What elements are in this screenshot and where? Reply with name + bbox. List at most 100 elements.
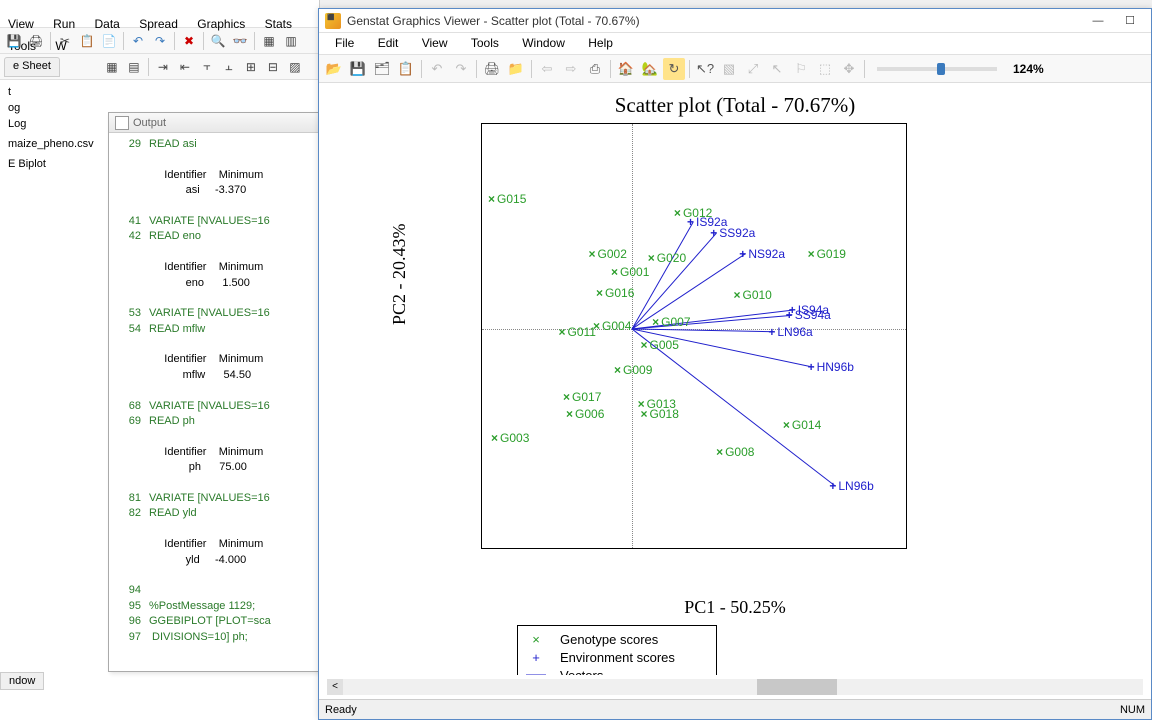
legend-sym-plus: + <box>526 650 546 665</box>
undo-icon[interactable]: ↶ <box>426 58 448 80</box>
genotype-point: ×G007 <box>652 315 690 329</box>
undo-icon[interactable]: ↶ <box>128 31 148 51</box>
gfx-toolbar: 📂 💾 🗂 📋 ↶ ↷ 🖨 📁 ⇦ ⇨ ⎙ 🏠 🏡 ↻ ↖? ▧ ⤢ ↖ ⚐ ⬚… <box>319 55 1151 83</box>
tb2-icon-8[interactable]: ⊟ <box>263 57 283 77</box>
copy-icon[interactable]: 📋 <box>77 31 97 51</box>
plot-canvas: Scatter plot (Total - 70.67%) PC2 - 20.4… <box>327 85 1143 675</box>
genotype-point: ×G018 <box>641 407 679 421</box>
gfx-window-title: Genstat Graphics Viewer - Scatter plot (… <box>347 14 1083 28</box>
sheet-tab[interactable]: e Sheet <box>4 57 60 77</box>
export-icon[interactable]: ⎙ <box>584 58 606 80</box>
genotype-point: ×G003 <box>491 431 529 445</box>
tool-icon-2[interactable]: ⤢ <box>742 58 764 80</box>
tool-icon-1[interactable]: ▧ <box>718 58 740 80</box>
tool-icon-4[interactable]: ⬚ <box>814 58 836 80</box>
pointer-icon[interactable]: ↖ <box>766 58 788 80</box>
gfx-menu-edit[interactable]: Edit <box>368 33 409 53</box>
bg-menubar: View Run Data Spread Graphics Stats Tool… <box>0 0 319 28</box>
tb2-icon-9[interactable]: ▨ <box>285 57 305 77</box>
redo-icon[interactable]: ↷ <box>450 58 472 80</box>
print-icon[interactable]: 🖨 <box>26 31 46 51</box>
next-icon[interactable]: ⇨ <box>560 58 582 80</box>
bg-toolbar-2: e Sheet ▦ ▤ ⇥ ⇤ ⫟ ⫠ ⊞ ⊟ ▨ <box>0 54 319 80</box>
app-icon <box>325 13 341 29</box>
genotype-point: ×G001 <box>611 265 649 279</box>
refresh-icon[interactable]: ↻ <box>663 58 685 80</box>
genotype-point: ×G010 <box>733 288 771 302</box>
legend-sym-line <box>526 672 546 675</box>
house-icon[interactable]: 🏡 <box>639 58 661 80</box>
genotype-point: ×G008 <box>716 445 754 459</box>
tb2-icon-3[interactable]: ⇥ <box>153 57 173 77</box>
graphics-viewer-window: Genstat Graphics Viewer - Scatter plot (… <box>318 8 1152 720</box>
environment-point: +NS92a <box>739 247 785 261</box>
environment-point: +LN96a <box>768 325 812 339</box>
save-all-icon[interactable]: 🗂 <box>371 58 393 80</box>
tb2-icon-7[interactable]: ⊞ <box>241 57 261 77</box>
scroll-thumb[interactable] <box>757 679 837 695</box>
genotype-point: ×G002 <box>589 247 627 261</box>
zoom-thumb[interactable] <box>937 63 945 75</box>
plot-title: Scatter plot (Total - 70.67%) <box>327 93 1143 118</box>
genotype-point: ×G015 <box>488 192 526 206</box>
output-titlebar[interactable]: Output <box>109 113 319 133</box>
prev-icon[interactable]: ⇦ <box>536 58 558 80</box>
y-axis-label: PC2 - 20.43% <box>389 223 410 325</box>
grid-icon[interactable]: ▦ <box>259 31 279 51</box>
help-pointer-icon[interactable]: ↖? <box>694 58 716 80</box>
tb2-icon-5[interactable]: ⫟ <box>197 57 217 77</box>
output-window: Output 29READ asi Identifier Minimum asi… <box>108 112 320 672</box>
genotype-point: ×G006 <box>566 407 604 421</box>
gfx-menu-tools[interactable]: Tools <box>461 33 509 53</box>
minimize-button[interactable]: — <box>1083 12 1113 30</box>
folder-icon[interactable]: 📁 <box>505 58 527 80</box>
tb2-icon-2[interactable]: ▤ <box>124 57 144 77</box>
genotype-point: ×G019 <box>808 247 846 261</box>
tree-item[interactable]: maize_pheno.csv <box>4 136 94 152</box>
genotype-point: ×G016 <box>596 286 634 300</box>
save-icon[interactable]: 💾 <box>4 31 24 51</box>
tree-item[interactable]: og <box>4 100 94 116</box>
status-text: Ready <box>325 704 357 716</box>
tb2-icon-6[interactable]: ⫠ <box>219 57 239 77</box>
x-axis-label: PC1 - 50.25% <box>327 597 1143 618</box>
cancel-icon[interactable]: ✖ <box>179 31 199 51</box>
cut-icon[interactable]: ✂ <box>55 31 75 51</box>
save-icon[interactable]: 💾 <box>347 58 369 80</box>
grid2-icon[interactable]: ▥ <box>281 31 301 51</box>
tool-icon-3[interactable]: ⚐ <box>790 58 812 80</box>
gfx-menu-help[interactable]: Help <box>578 33 623 53</box>
binoculars-icon[interactable]: 🔍 <box>208 31 228 51</box>
gfx-menu-window[interactable]: Window <box>512 33 575 53</box>
find-icon[interactable]: 👓 <box>230 31 250 51</box>
gfx-menu-file[interactable]: File <box>325 33 364 53</box>
paste-icon[interactable]: 📄 <box>99 31 119 51</box>
tree-item[interactable]: Log <box>4 116 94 132</box>
maximize-button[interactable]: ☐ <box>1115 12 1145 30</box>
bottom-tab[interactable]: ndow <box>0 672 44 690</box>
zoom-value: 124% <box>1013 62 1044 76</box>
environment-point: +LN96b <box>829 479 873 493</box>
home-icon[interactable]: 🏠 <box>615 58 637 80</box>
open-icon[interactable]: 📂 <box>323 58 345 80</box>
tb2-icon-1[interactable]: ▦ <box>102 57 122 77</box>
genotype-point: ×G020 <box>648 251 686 265</box>
tree-item[interactable]: E Biplot <box>4 156 94 172</box>
tb2-icon-4[interactable]: ⇤ <box>175 57 195 77</box>
legend-label: Vectors <box>560 668 603 676</box>
genotype-point: ×G009 <box>614 363 652 377</box>
gfx-menu-view[interactable]: View <box>412 33 458 53</box>
environment-point: +SS94a <box>786 308 831 322</box>
redo-icon[interactable]: ↷ <box>150 31 170 51</box>
gfx-titlebar[interactable]: Genstat Graphics Viewer - Scatter plot (… <box>319 9 1151 33</box>
copy-icon[interactable]: 📋 <box>395 58 417 80</box>
zoom-slider[interactable] <box>877 67 997 71</box>
tree-item[interactable]: t <box>4 84 94 100</box>
scroll-left-button[interactable]: < <box>327 679 343 695</box>
output-body: 29READ asi Identifier Minimum asi -3.370… <box>109 133 319 649</box>
tool-icon-5[interactable]: ✥ <box>838 58 860 80</box>
genotype-point: ×G004 <box>593 319 631 333</box>
gfx-menubar: File Edit View Tools Window Help <box>319 33 1151 55</box>
print-icon[interactable]: 🖨 <box>481 58 503 80</box>
h-scrollbar[interactable]: < <box>327 679 1143 695</box>
